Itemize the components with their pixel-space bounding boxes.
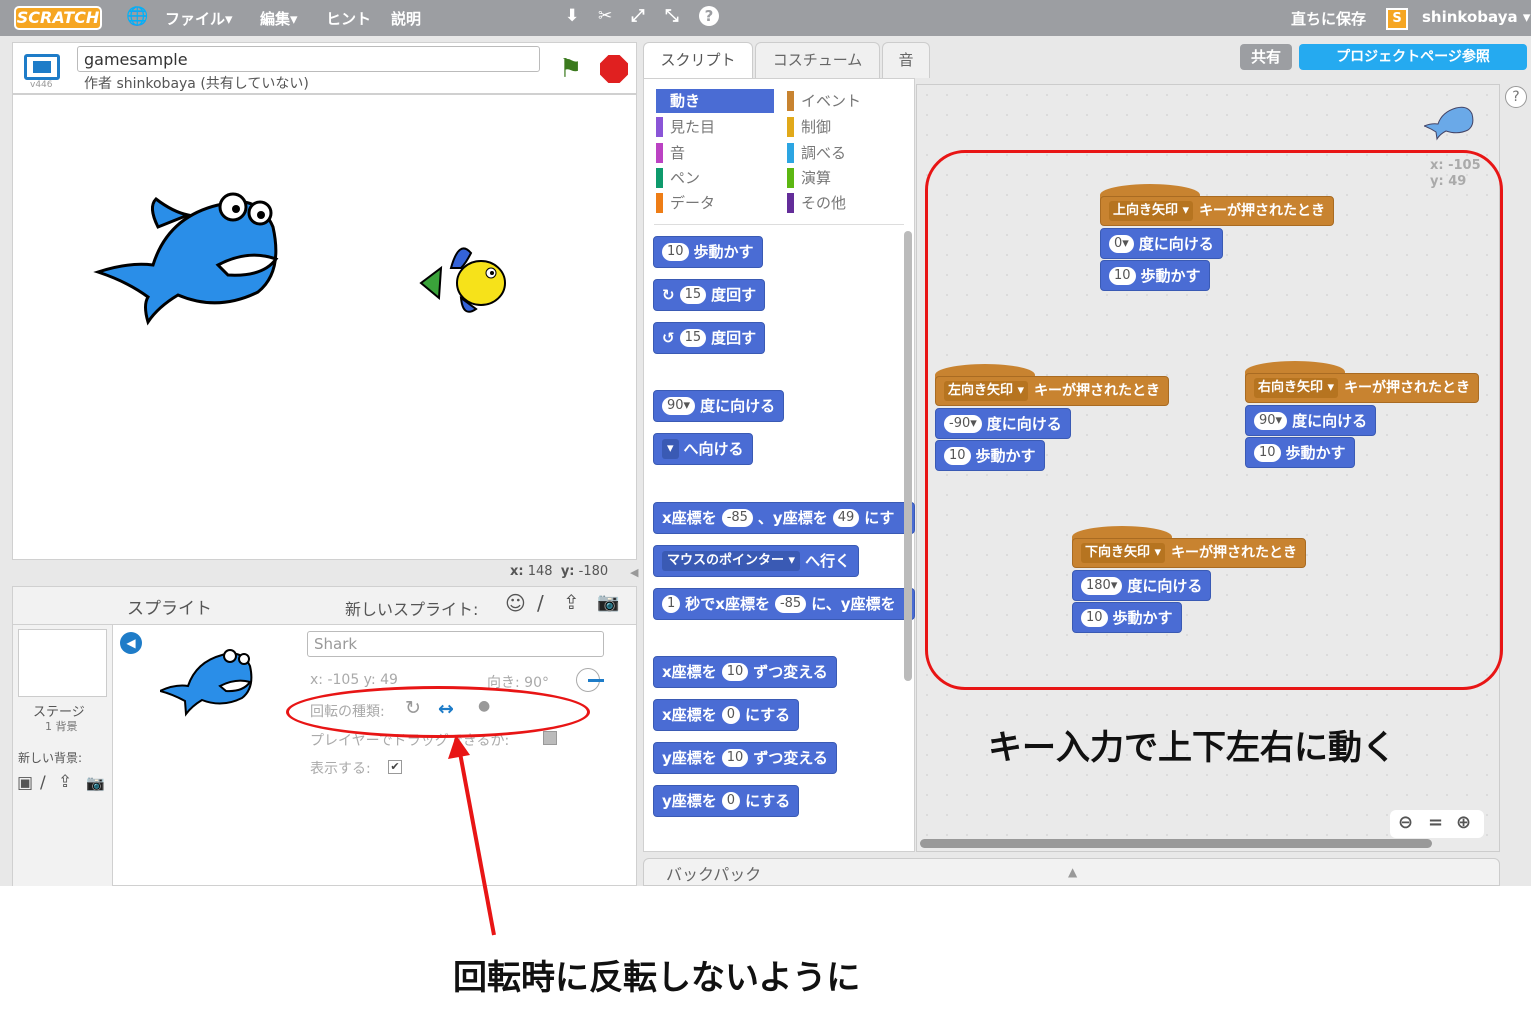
rotation-highlight-oval: [286, 686, 590, 738]
block-set-x[interactable]: x座標を 0 にする: [653, 699, 800, 731]
user-menu[interactable]: shinkobaya ▾: [1422, 8, 1530, 26]
category-sound[interactable]: 音: [656, 142, 685, 164]
green-flag-icon[interactable]: ⚑: [559, 54, 589, 84]
expand-backpack-icon[interactable]: ▲: [1068, 865, 1077, 879]
backdrop-count: 1 背景: [45, 720, 78, 733]
fullscreen-icon[interactable]: [24, 54, 60, 80]
sprite-library-icon[interactable]: ☺: [505, 591, 526, 615]
palette-scrollbar[interactable]: [904, 231, 912, 681]
block-point-towards[interactable]: ▾ へ向ける: [653, 433, 753, 465]
block-turn-left[interactable]: ↺ 15 度回す: [653, 322, 766, 354]
category-pen[interactable]: ペン: [656, 167, 700, 189]
tab-scripts[interactable]: スクリプト: [643, 42, 753, 78]
delete-icon[interactable]: ✂: [598, 6, 612, 26]
zoom-reset-icon[interactable]: =: [1428, 812, 1443, 833]
new-sprite-label: 新しいスプライト:: [345, 600, 479, 619]
caption-scripts: キー入力で上下左右に動く: [988, 728, 1396, 768]
block-glide[interactable]: 1 秒でx座標を -85 に、y座標を: [653, 588, 915, 620]
upload-backdrop-icon[interactable]: ⇪: [58, 772, 72, 792]
backdrop-library-icon[interactable]: ▣: [17, 773, 33, 793]
stage-sprites: [93, 192, 506, 326]
sprite-position: x: -105 y: 49: [310, 672, 398, 688]
camera-backdrop-icon[interactable]: 📷: [86, 774, 105, 792]
version-label: v446: [30, 80, 53, 90]
zoom-in-icon[interactable]: ⊕: [1456, 812, 1471, 833]
back-arrow-icon[interactable]: ◀: [120, 632, 142, 654]
scripts-horizontal-scrollbar[interactable]: [920, 839, 1432, 848]
user-avatar[interactable]: S: [1386, 8, 1408, 30]
zoom-out-icon[interactable]: ⊖: [1398, 812, 1413, 833]
save-now-link[interactable]: 直ちに保存: [1291, 8, 1366, 29]
sprites-heading: スプライト: [127, 599, 212, 619]
stage-thumbnail[interactable]: [18, 629, 107, 697]
backpack-label: バックパック: [666, 865, 762, 884]
draggable-checkbox[interactable]: [543, 731, 557, 745]
shark-sprite: [93, 192, 279, 326]
block-change-x[interactable]: x座標を 10 ずつ変える: [653, 656, 837, 688]
paint-new-sprite-icon[interactable]: /: [537, 591, 544, 615]
show-checkbox[interactable]: ✔: [388, 760, 402, 774]
shrink-icon[interactable]: ⤡: [665, 6, 679, 26]
sprite-name-input[interactable]: Shark: [307, 631, 604, 657]
help-icon[interactable]: ?: [699, 6, 719, 26]
category-looks[interactable]: 見た目: [656, 116, 715, 138]
block-go-to-xy[interactable]: x座標を -85 、y座標を 49 にす: [653, 502, 915, 534]
globe-icon[interactable]: 🌐: [126, 6, 148, 27]
help-panel-icon[interactable]: ?: [1505, 86, 1527, 108]
category-events[interactable]: イベント: [787, 90, 861, 112]
duplicate-icon[interactable]: ⬇: [565, 6, 579, 26]
camera-sprite-icon[interactable]: 📷: [597, 592, 619, 613]
block-go-to[interactable]: マウスのポインター ▾ へ行く: [653, 545, 860, 577]
zoom-controls: ⊖ = ⊕: [1390, 810, 1484, 838]
see-project-page-button[interactable]: プロジェクトページ参照: [1299, 44, 1527, 70]
category-sensing[interactable]: 調べる: [787, 142, 846, 164]
menu-about[interactable]: 説明: [391, 8, 421, 29]
tab-sounds[interactable]: 音: [882, 42, 930, 78]
menu-file[interactable]: ファイル▾: [165, 8, 233, 29]
block-move-steps[interactable]: 10 歩動かす: [653, 236, 763, 268]
new-backdrop-label: 新しい背景:: [18, 751, 83, 765]
collapse-stage-icon[interactable]: ◀: [630, 566, 638, 579]
fish-sprite: [419, 247, 506, 313]
stop-icon[interactable]: [600, 55, 628, 83]
category-data[interactable]: データ: [656, 192, 715, 214]
paint-backdrop-icon[interactable]: /: [40, 773, 46, 793]
category-motion[interactable]: 動き: [656, 90, 700, 112]
scratch-logo[interactable]: SCRATCH: [14, 6, 102, 30]
share-button[interactable]: 共有: [1240, 44, 1292, 70]
grow-icon[interactable]: ⤢: [631, 6, 645, 26]
direction-dial[interactable]: [576, 668, 604, 692]
project-title-input[interactable]: gamesample: [77, 46, 540, 72]
stage-canvas[interactable]: [12, 94, 637, 560]
block-change-y[interactable]: y座標を 10 ずつ変える: [653, 742, 837, 774]
upload-sprite-icon[interactable]: ⇪: [563, 590, 580, 614]
backpack-panel[interactable]: バックパック ▲: [643, 858, 1500, 886]
project-author: 作者 shinkobaya (共有していない): [84, 76, 309, 92]
show-label: 表示する:: [310, 761, 371, 777]
tab-costumes[interactable]: コスチューム: [755, 42, 880, 78]
menu-tips[interactable]: ヒント: [326, 8, 371, 29]
category-more-blocks[interactable]: その他: [787, 192, 846, 214]
sprite-shark-thumbnail: [160, 649, 253, 717]
mouse-coords: x: 148 y: -180: [510, 564, 609, 579]
category-control[interactable]: 制御: [787, 116, 831, 138]
annotation-arrow: [448, 735, 496, 936]
scripts-highlight-box: [925, 150, 1503, 690]
category-operators[interactable]: 演算: [787, 167, 831, 189]
turn-left-icon: ↺: [662, 329, 675, 347]
turn-right-icon: ↻: [662, 286, 675, 304]
block-turn-right[interactable]: ↻ 15 度回す: [653, 279, 766, 311]
caption-rotation: 回転時に反転しないように: [453, 958, 861, 998]
sprite-corner-shark-icon: [1424, 106, 1474, 141]
menu-edit[interactable]: 編集▾: [260, 8, 298, 29]
block-set-y[interactable]: y座標を 0 にする: [653, 785, 800, 817]
block-point-direction[interactable]: 90▾ 度に向ける: [653, 390, 785, 422]
block-palette: 動き 見た目 音 ペン データ イベント 制御 調べる 演算 その他 10 歩動か…: [643, 78, 915, 852]
